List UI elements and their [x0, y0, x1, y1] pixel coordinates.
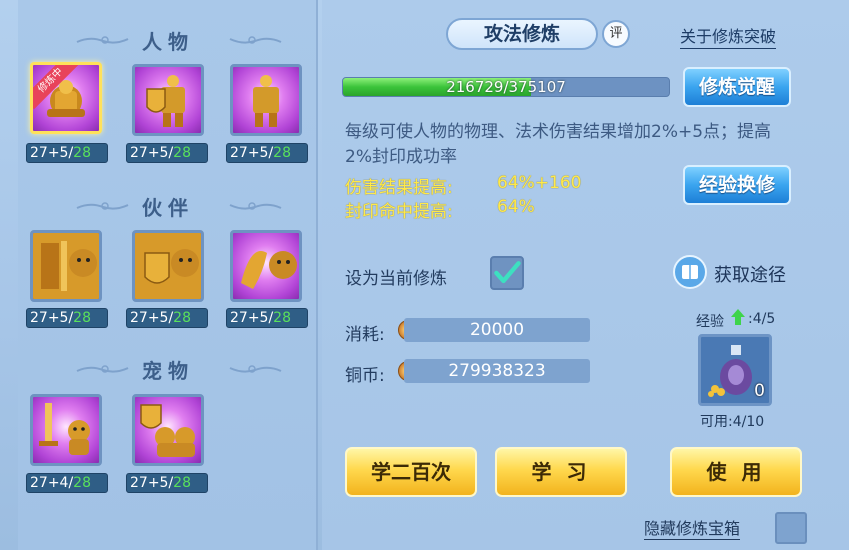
item-count: 0 [754, 381, 765, 401]
resist-cultivation-icon [253, 75, 279, 127]
exp-value: :4/5 [748, 311, 776, 327]
cultivation-title: 攻法修炼 [446, 18, 598, 50]
level-bar: 27+5/28 [26, 308, 108, 328]
level-bar: 27+5/28 [126, 143, 208, 163]
level-bar: 27+5/28 [126, 308, 208, 328]
section-title-pet: 宠物 [142, 359, 194, 383]
exp-progress-bar: 216729/375107 [342, 77, 670, 97]
usable-count: 可用:4/10 [700, 414, 765, 430]
use-button[interactable]: 使 用 [670, 447, 802, 497]
partner-slot-attack[interactable] [30, 230, 102, 302]
pet-defense-icon [140, 404, 195, 457]
consume-label: 消耗: [345, 325, 385, 345]
section-title-character: 人物 [142, 30, 194, 54]
stat-value-seal: 64% [497, 197, 535, 217]
eval-badge[interactable]: 评 [602, 20, 630, 48]
character-slot-defense[interactable] [132, 64, 204, 136]
pet-slot-attack[interactable] [30, 394, 102, 466]
level-bar: 27+4/28 [26, 473, 108, 493]
partner-resist-icon [241, 251, 297, 289]
awaken-button[interactable]: 修炼觉醒 [683, 67, 791, 107]
level-bar: 27+5/28 [26, 143, 108, 163]
character-slot-resist[interactable] [230, 64, 302, 136]
set-current-checkbox[interactable] [490, 256, 524, 290]
breakthrough-link[interactable]: 关于修炼突破 [680, 23, 777, 49]
hidden-chest-link[interactable]: 隐藏修炼宝箱 [644, 515, 741, 540]
progress-text: 216729/375107 [446, 78, 566, 96]
set-current-label: 设为当前修炼 [345, 269, 447, 289]
hidden-chest-toggle[interactable] [775, 512, 807, 544]
acquire-link[interactable]: 获取途径 [714, 261, 786, 287]
copper-value: 279938323 [404, 359, 590, 383]
checkmark-icon [494, 261, 521, 284]
defense-cultivation-icon [146, 75, 185, 127]
partner-attack-icon [33, 233, 99, 299]
pet-slot-defense[interactable] [132, 394, 204, 466]
learn-button[interactable]: 学 习 [495, 447, 627, 497]
cultivation-description: 每级可使人物的物理、法术伤害结果增加2%+5点；提高2%封印成功率 [345, 122, 772, 167]
arrow-up-icon [731, 309, 745, 325]
copper-label: 铜币: [345, 366, 385, 386]
partner-defense-icon [135, 233, 201, 299]
exchange-exp-button[interactable]: 经验换修 [683, 165, 791, 205]
level-bar: 27+5/28 [226, 143, 308, 163]
section-title-partner: 伙伴 [142, 196, 194, 220]
learn-200-button[interactable]: 学二百次 [345, 447, 477, 497]
partner-slot-defense[interactable] [132, 230, 204, 302]
level-bar: 27+5/28 [226, 308, 308, 328]
level-bar: 27+5/28 [126, 473, 208, 493]
stat-label-seal: 封印命中提高: [345, 202, 453, 222]
exp-item-slot[interactable]: 0 [698, 334, 772, 406]
consume-value: 20000 [404, 318, 590, 342]
partner-slot-resist[interactable] [230, 230, 302, 302]
character-slot-attack[interactable]: 修炼中 [30, 62, 102, 134]
pet-attack-icon [39, 403, 90, 455]
stat-label-damage: 伤害结果提高: [345, 178, 453, 198]
book-icon[interactable] [672, 254, 708, 290]
exp-label: 经验 [696, 314, 724, 330]
stat-value-damage: 64%+160 [497, 173, 582, 193]
